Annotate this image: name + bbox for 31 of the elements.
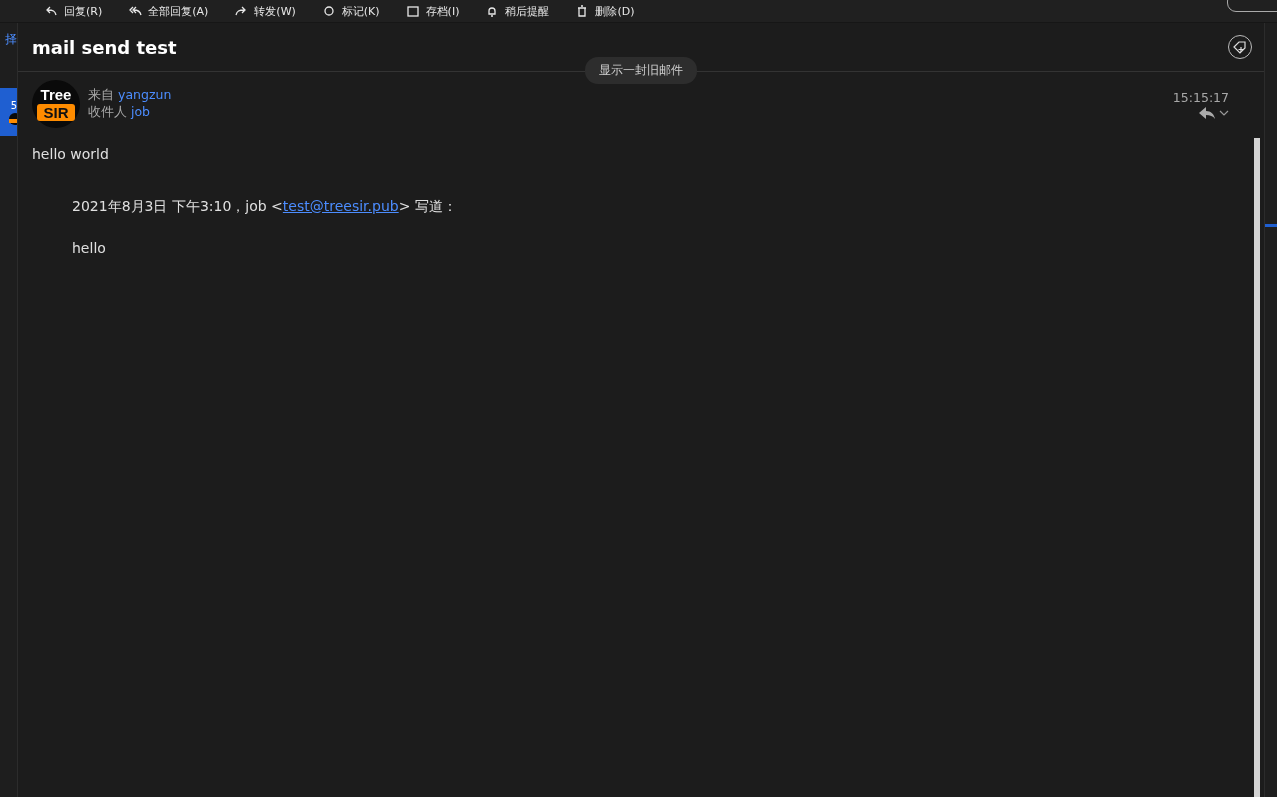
logo-text: Tree [40, 87, 72, 103]
reply-icon [44, 5, 58, 17]
toolbar-button[interactable]: 删除(D) [575, 3, 635, 19]
avatar-icon [9, 112, 17, 125]
toolbar-button[interactable]: 存档(I) [405, 3, 460, 19]
archive-icon [405, 5, 420, 17]
logo-text: SIR [37, 104, 75, 121]
email-link[interactable]: test@treesir.pub [282, 198, 399, 214]
sender-link[interactable]: yangzun [118, 87, 172, 104]
toolbar-button[interactable]: 标记(K) [321, 3, 380, 19]
mail-body-text: hello world [32, 146, 110, 162]
toolbar-button[interactable]: 全部回复(A) [128, 3, 209, 19]
show-older-button[interactable]: 显示一封旧邮件 [585, 57, 697, 84]
chevron-down-icon[interactable] [1219, 109, 1229, 116]
quote-header: 2021年8月3日 下午3:10，job <test@treesir.pub> 写道： [72, 198, 458, 216]
recipient-link[interactable]: job [131, 104, 151, 121]
quoted-text: hello [72, 240, 107, 256]
tag-add-icon [1232, 39, 1248, 55]
from-label: 来自 [88, 87, 114, 104]
sidebar-item[interactable]: 5 [0, 88, 17, 136]
mail-time: 15:15:17 [1172, 89, 1229, 105]
mail-subject: mail send test [32, 36, 177, 58]
toolbar-button[interactable]: 转发(W) [234, 3, 296, 19]
circle-icon [321, 5, 336, 17]
reply-icon[interactable] [1199, 106, 1215, 119]
reply-all-icon [128, 5, 143, 17]
to-label: 收件人 [88, 104, 127, 121]
sidebar-text: 择 [5, 31, 17, 48]
toolbar-button[interactable]: 稍后提醒 [485, 3, 550, 19]
toolbar-button[interactable]: 回复(R) [44, 3, 103, 19]
message-count: 5 [10, 99, 17, 111]
